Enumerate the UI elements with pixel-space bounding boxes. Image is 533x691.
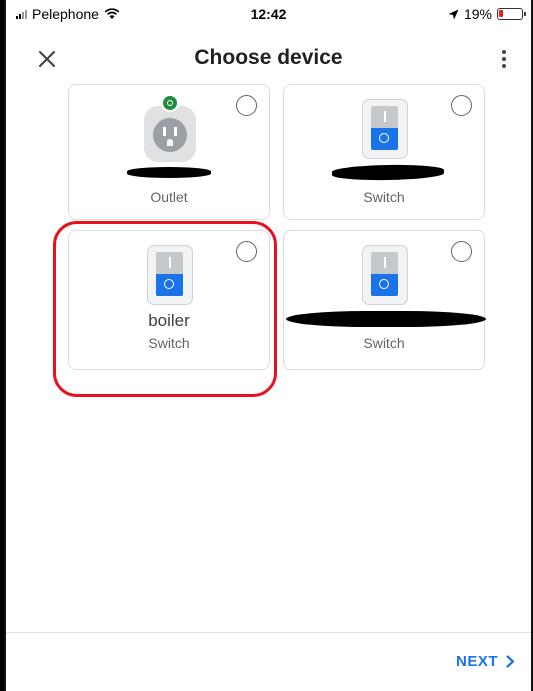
device-radio[interactable] [451, 241, 472, 262]
status-right: 19% [448, 6, 526, 22]
battery-percent: 19% [463, 6, 492, 22]
switch-icon [362, 245, 408, 305]
device-radio[interactable] [236, 95, 257, 116]
more-vert-icon [502, 50, 506, 54]
more-options-button[interactable] [491, 44, 517, 74]
device-type-label: Switch [363, 335, 405, 351]
device-card-switch[interactable]: Switch [283, 230, 486, 370]
next-label: NEXT [455, 653, 498, 670]
page-title: Choose device [194, 46, 343, 69]
app-bar: Choose device [6, 32, 531, 88]
phone-screen: Pelephone 12:42 19% Choose device Outlet… [4, 0, 533, 691]
redacted-device-name [331, 164, 445, 181]
battery-icon [497, 8, 526, 20]
redacted-device-name [286, 311, 486, 327]
device-type-label: Switch [363, 189, 405, 205]
outlet-icon [144, 94, 196, 162]
device-radio[interactable] [451, 95, 472, 116]
device-card-outlet[interactable]: Outlet [68, 84, 270, 220]
chevron-right-icon [506, 655, 515, 668]
bottom-bar: NEXT [6, 632, 531, 691]
highlight-annotation [53, 221, 277, 397]
next-button[interactable]: NEXT [456, 653, 515, 670]
switch-icon [362, 99, 408, 159]
power-on-badge [161, 94, 179, 112]
status-bar: Pelephone 12:42 19% [6, 0, 531, 30]
redacted-device-name [127, 167, 211, 178]
device-type-label: Outlet [150, 189, 188, 205]
battery-fill [499, 10, 503, 17]
device-card-switch[interactable]: Switch [283, 84, 485, 220]
location-arrow-icon [448, 9, 459, 19]
